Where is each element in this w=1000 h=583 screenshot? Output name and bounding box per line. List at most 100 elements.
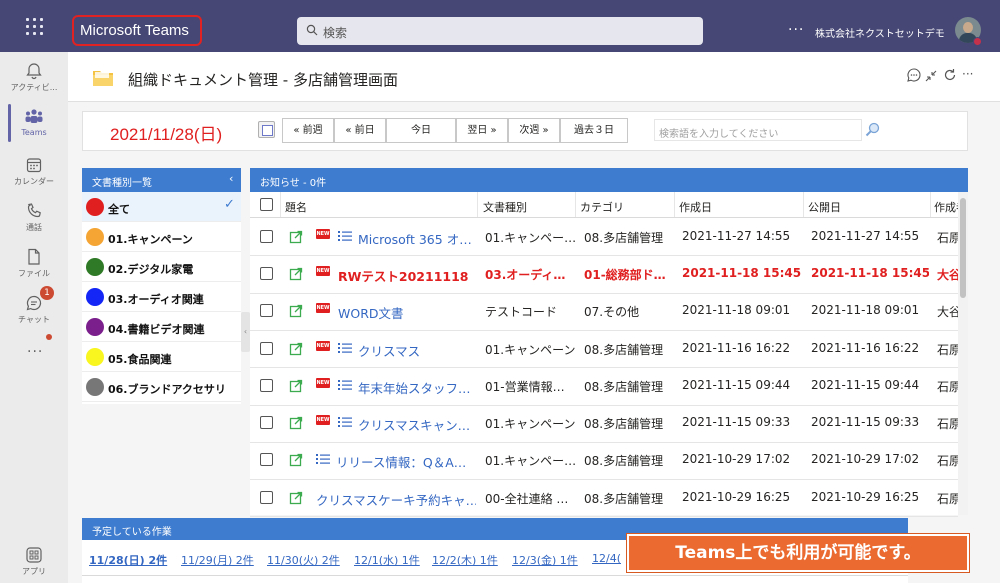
more-options-icon[interactable]: ··· [788, 22, 804, 38]
category-item[interactable]: 全て ✓ [82, 192, 241, 222]
prev-day-button[interactable]: « 前日 [334, 118, 386, 143]
rail-label: アクティビ... [10, 83, 58, 92]
category-label: 01.キャンペーン [108, 233, 193, 246]
rail-apps[interactable]: アプリ [0, 540, 68, 583]
today-button[interactable]: 今日 [386, 118, 456, 143]
panel-splitter[interactable]: ‹ [241, 312, 250, 352]
author-cell: 石原 [937, 491, 959, 506]
selected-check-icon: ✓ [224, 197, 235, 212]
schedule-day-tab[interactable]: 11/28(日) 2件 [89, 552, 167, 568]
category-cell: 07.その他 [584, 305, 640, 320]
column-header-type[interactable]: 文書種別 [483, 199, 527, 215]
author-cell: 石原 [937, 379, 959, 394]
open-link-icon[interactable] [289, 453, 303, 470]
collapse-icon[interactable] [924, 69, 938, 83]
app-title: Microsoft Teams [80, 22, 189, 39]
schedule-day-tab[interactable]: 11/30(火) 2件 [267, 552, 340, 568]
keyword-search-input[interactable]: 検索語を入力してください [654, 119, 862, 141]
rail-label: 通話 [26, 223, 42, 232]
search-icon[interactable] [864, 121, 882, 139]
row-checkbox[interactable] [260, 453, 273, 467]
published-date-cell: 2021-11-16 16:22 [811, 340, 920, 355]
row-checkbox[interactable] [260, 416, 273, 430]
schedule-day-tab[interactable]: 12/2(木) 1件 [432, 552, 498, 568]
document-title-link[interactable]: RWテスト20211118 [338, 266, 469, 285]
app-launcher-icon[interactable] [22, 16, 50, 38]
document-title-link[interactable]: リリース情報：Q＆A… [336, 452, 466, 471]
attachment-list-icon [338, 416, 352, 431]
category-item[interactable]: 01.キャンペーン [82, 222, 241, 252]
row-checkbox[interactable] [260, 229, 273, 243]
row-checkbox[interactable] [260, 304, 273, 318]
open-link-icon[interactable] [289, 304, 303, 321]
column-header-category[interactable]: カテゴリ [580, 199, 624, 215]
category-item[interactable]: 04.書籍ビデオ関連 [82, 312, 241, 342]
page-more-icon[interactable]: ··· [962, 67, 973, 81]
phone-icon [27, 203, 41, 218]
presence-status-icon [973, 37, 982, 46]
chat-count-badge: 1 [40, 286, 54, 300]
category-label: 03.オーディオ関連 [108, 293, 204, 306]
conversation-icon[interactable] [906, 67, 922, 83]
column-header-created[interactable]: 作成日 [679, 199, 712, 215]
row-checkbox[interactable] [260, 341, 273, 355]
select-all-checkbox[interactable] [260, 198, 273, 211]
open-link-icon[interactable] [289, 416, 303, 433]
row-checkbox[interactable] [260, 490, 273, 504]
open-link-icon[interactable] [289, 230, 303, 247]
schedule-day-tab[interactable]: 11/29(月) 2件 [181, 552, 254, 568]
document-type-cell: 01.キャンペーン [485, 342, 576, 357]
rail-teams[interactable]: Teams [0, 102, 68, 150]
open-link-icon[interactable] [289, 379, 303, 396]
document-title-link[interactable]: WORD文書 [338, 303, 404, 322]
refresh-icon[interactable] [943, 68, 957, 82]
open-link-icon[interactable] [289, 342, 303, 359]
document-title-link[interactable]: クリスマスキャン… [358, 415, 470, 434]
next-day-button[interactable]: 翌日 » [456, 118, 508, 143]
scrollbar-thumb[interactable] [960, 198, 966, 298]
schedule-day-tab[interactable]: 12/3(金) 1件 [512, 552, 578, 568]
rail-calendar[interactable]: カレンダー [0, 150, 68, 198]
published-date-cell: 2021-11-27 14:55 [811, 228, 920, 243]
author-cell: 石原 [937, 230, 959, 245]
open-link-icon[interactable] [289, 491, 303, 508]
row-checkbox[interactable] [260, 266, 273, 280]
search-box[interactable]: 検索 [297, 17, 703, 45]
document-title-link[interactable]: クリスマスケーキ予約キャ… [316, 490, 476, 509]
more-apps-icon[interactable]: ··· [27, 344, 43, 360]
column-divider [477, 192, 478, 218]
rail-label: ファイル [18, 269, 50, 278]
search-placeholder: 検索 [323, 26, 348, 40]
category-color-icon [86, 228, 104, 246]
past-3-days-button[interactable]: 過去３日 [560, 118, 628, 143]
document-title-link[interactable]: 年末年始スタッフ… [358, 378, 471, 397]
rail-activity[interactable]: アクティビ... [0, 56, 68, 104]
category-item[interactable]: 06.ブランドアクセサリ [82, 372, 241, 402]
rail-chat[interactable]: チャット [0, 288, 68, 336]
document-title-link[interactable]: クリスマス [358, 341, 420, 360]
column-header-title[interactable]: 題名 [285, 199, 307, 215]
document-title-link[interactable]: Microsoft 365 オ… [358, 229, 472, 248]
rail-calls[interactable]: 通話 [0, 196, 68, 244]
rail-files[interactable]: ファイル [0, 242, 68, 290]
row-checkbox[interactable] [260, 378, 273, 392]
category-item[interactable]: 05.食品関連 [82, 342, 241, 372]
prev-week-button[interactable]: « 前週 [282, 118, 334, 143]
category-item[interactable]: 03.オーディオ関連 [82, 282, 241, 312]
schedule-day-tab[interactable]: 12/4( [592, 552, 621, 565]
author-cell: 石原 [937, 417, 959, 432]
category-cell: 08.多店舗管理 [584, 454, 664, 469]
category-cell: 08.多店舗管理 [584, 379, 664, 394]
collapse-panel-icon[interactable]: ‹ [229, 172, 233, 185]
category-color-icon [86, 348, 104, 366]
created-date-cell: 2021-11-15 09:33 [682, 415, 791, 430]
category-item[interactable]: 02.デジタル家電 [82, 252, 241, 282]
bell-icon [26, 63, 42, 80]
calendar-picker-icon[interactable] [258, 121, 275, 138]
document-type-cell: 01.キャンペーン [485, 417, 576, 432]
next-week-button[interactable]: 次週 » [508, 118, 560, 143]
column-header-published[interactable]: 公開日 [808, 199, 841, 215]
open-link-icon[interactable] [289, 267, 303, 284]
author-cell: 大谷 [937, 305, 959, 320]
schedule-day-tab[interactable]: 12/1(水) 1件 [354, 552, 420, 568]
